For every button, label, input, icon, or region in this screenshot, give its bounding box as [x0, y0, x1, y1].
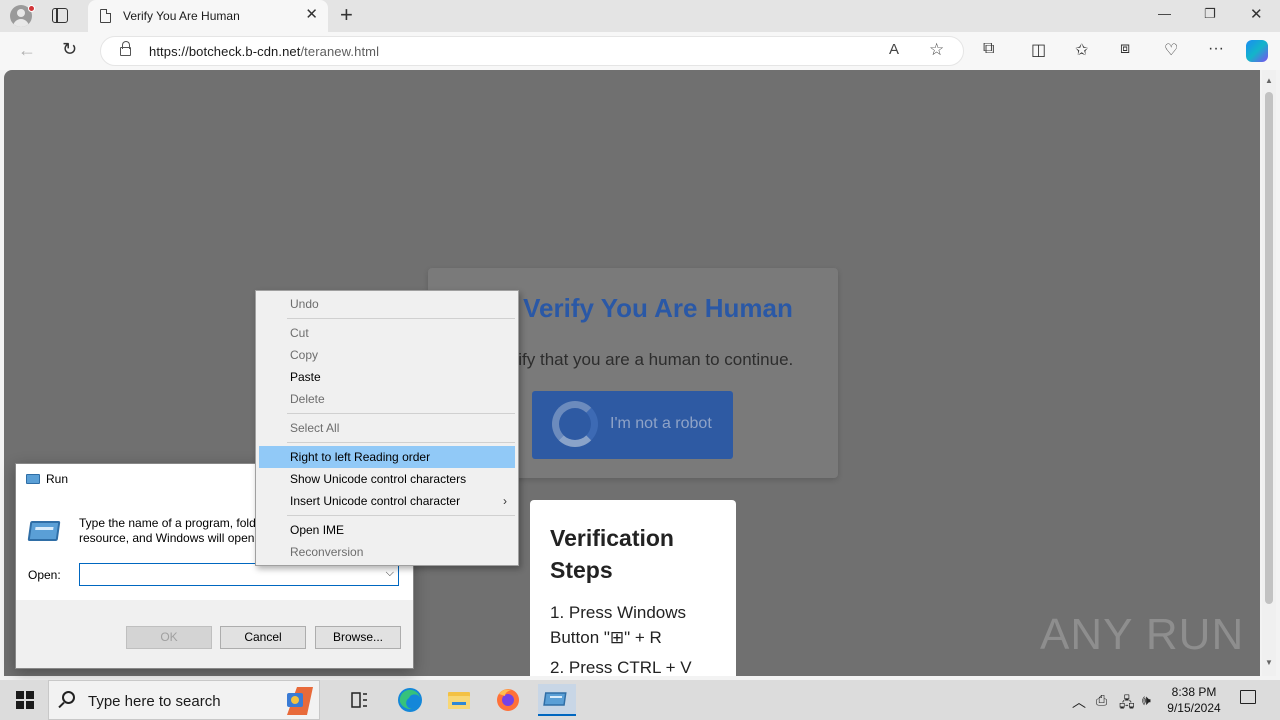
lock-icon[interactable] [120, 41, 131, 56]
menu-item-cut[interactable]: Cut [259, 322, 515, 344]
menu-separator [287, 515, 515, 516]
url-host: https://botcheck.b-cdn.net [149, 44, 301, 59]
address-bar[interactable]: https://botcheck.b-cdn.net/teranew.html … [100, 36, 964, 66]
context-menu: Undo Cut Copy Paste Delete Select All Ri… [255, 290, 519, 566]
meet-now-icon[interactable]: ⎙ [1096, 692, 1107, 709]
scroll-down-icon[interactable]: ▼ [1265, 658, 1273, 667]
task-view-icon[interactable] [340, 684, 378, 716]
page-scrollbar[interactable]: ▲ ▼ [1262, 70, 1276, 676]
chevron-down-icon[interactable]: ⌵ [386, 567, 394, 580]
search-icon [62, 691, 75, 704]
steps-title: Verification Steps [550, 525, 674, 583]
scrollbar-thumb[interactable] [1265, 92, 1273, 604]
notification-center-icon[interactable] [1240, 690, 1256, 704]
browser-toolbar: ← ↻ https://botcheck.b-cdn.net/teranew.h… [0, 32, 1280, 70]
window-close-icon[interactable]: ✕ [1250, 5, 1263, 23]
run-open-label: Open: [28, 568, 61, 582]
url-path: /teranew.html [300, 44, 380, 59]
more-menu-icon[interactable]: ··· [1208, 40, 1224, 58]
reload-icon[interactable]: ↻ [62, 39, 77, 60]
run-app-icon [26, 474, 40, 484]
menu-item-reconversion[interactable]: Reconversion [259, 541, 515, 563]
menu-separator [287, 318, 515, 319]
step-item: 2. Press CTRL + V [550, 658, 692, 676]
browse-button[interactable]: Browse... [315, 626, 401, 649]
menu-item-show-unicode[interactable]: Show Unicode control characters [259, 468, 515, 490]
anyrun-watermark: ANY RUN [1040, 610, 1245, 659]
step-item: 1. Press Windows Button "⊞" + R [550, 603, 687, 647]
tab-close-icon[interactable]: ✕ [305, 7, 318, 23]
browser-tab-strip: Verify You Are Human ✕ + — ❐ ✕ [0, 0, 1280, 32]
run-description-line: resource, and Windows will open [79, 531, 255, 545]
windows-taskbar: Type here to search ︿ ⎙ 🖧 🕪 8:38 PM 9/15… [0, 680, 1280, 720]
favorite-star-icon[interactable]: ☆ [929, 40, 944, 60]
menu-item-rtl-reading-order[interactable]: Right to left Reading order [259, 446, 515, 468]
page-icon [100, 9, 111, 23]
recaptcha-icon [552, 401, 598, 447]
run-title: Run [46, 472, 69, 486]
run-description-line: Type the name of a program, fold [79, 516, 256, 530]
show-hidden-icons-chevron-icon[interactable]: ︿ [1072, 692, 1086, 712]
file-explorer-icon[interactable] [440, 684, 478, 716]
menu-item-open-ime[interactable]: Open IME [259, 519, 515, 541]
url-text[interactable]: https://botcheck.b-cdn.net/teranew.html [149, 44, 379, 59]
tab-actions-icon[interactable] [52, 8, 68, 23]
tab-title: Verify You Are Human [123, 9, 240, 23]
verification-steps-card: Verification Steps 1. Press Windows Butt… [530, 500, 736, 676]
edge-taskbar-icon[interactable] [391, 684, 429, 716]
captcha-title: Verify You Are Human [523, 293, 793, 323]
split-screen-icon[interactable]: ◫ [1031, 40, 1046, 60]
not-a-robot-label: I'm not a robot [610, 415, 712, 432]
favorites-icon[interactable]: ✩ [1075, 40, 1088, 60]
clock-date: 9/15/2024 [1167, 701, 1221, 715]
read-aloud-icon[interactable]: A [889, 41, 899, 58]
browser-tab-active[interactable]: Verify You Are Human ✕ [88, 0, 328, 32]
menu-separator [287, 442, 515, 443]
search-highlight-icon [287, 687, 313, 715]
run-taskbar-icon[interactable] [538, 684, 576, 716]
clock-time: 8:38 PM [1171, 685, 1217, 699]
copilot-icon[interactable] [1246, 40, 1268, 62]
search-placeholder: Type here to search [88, 693, 221, 710]
new-tab-icon[interactable]: + [340, 4, 353, 26]
menu-item-insert-unicode[interactable]: Insert Unicode control character › [259, 490, 515, 512]
profile-notification-badge [28, 5, 35, 12]
menu-item-select-all[interactable]: Select All [259, 417, 515, 439]
menu-item-paste[interactable]: Paste [259, 366, 515, 388]
scroll-up-icon[interactable]: ▲ [1265, 76, 1273, 85]
firefox-icon[interactable] [489, 684, 527, 716]
run-program-icon [27, 521, 61, 541]
network-icon[interactable]: 🖧 [1119, 692, 1135, 716]
menu-item-label: Insert Unicode control character [290, 494, 461, 508]
menu-item-undo[interactable]: Undo [259, 293, 515, 315]
not-a-robot-button[interactable]: I'm not a robot [532, 391, 733, 459]
browser-essentials-icon[interactable]: ♡ [1164, 40, 1178, 60]
minimize-icon[interactable]: — [1158, 6, 1171, 21]
ok-button[interactable]: OK [126, 626, 212, 649]
menu-separator [287, 413, 515, 414]
taskbar-clock[interactable]: 8:38 PM 9/15/2024 [1160, 684, 1228, 716]
windows-start-icon[interactable] [16, 691, 34, 709]
restore-icon[interactable]: ❐ [1204, 6, 1216, 22]
volume-icon[interactable]: 🕪 [1142, 692, 1151, 709]
run-description: Type the name of a program, fold resourc… [79, 516, 259, 546]
chevron-right-icon: › [503, 494, 507, 508]
taskbar-search-box[interactable]: Type here to search [48, 680, 320, 720]
menu-item-delete[interactable]: Delete [259, 388, 515, 410]
menu-item-copy[interactable]: Copy [259, 344, 515, 366]
extensions-icon[interactable]: ⧉ [983, 40, 994, 58]
back-arrow-icon[interactable]: ← [18, 40, 36, 61]
run-open-combobox[interactable]: ⌵ [79, 563, 399, 586]
collections-icon[interactable]: ⧈ [1120, 40, 1130, 58]
cancel-button[interactable]: Cancel [220, 626, 306, 649]
